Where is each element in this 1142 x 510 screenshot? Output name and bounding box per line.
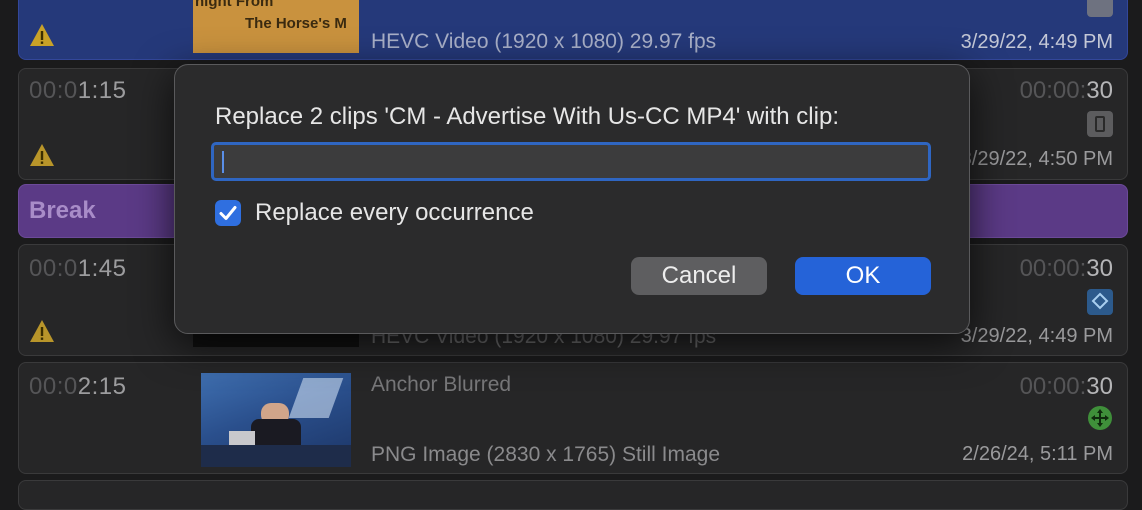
clip-row[interactable]: [18, 480, 1128, 510]
move-icon: [1088, 406, 1112, 430]
phone-icon: [1087, 111, 1113, 137]
clip-date: 2/26/24, 5:11 PM: [962, 443, 1113, 465]
clip-timecode: 00:01:15: [29, 77, 127, 104]
clip-date: 3/29/22, 4:50 PM: [960, 148, 1113, 170]
break-label: Break: [29, 197, 96, 224]
clip-duration: 00:00:30: [1019, 255, 1113, 282]
clip-title: Anchor Blurred: [371, 373, 512, 396]
replace-every-occurrence-checkbox[interactable]: [215, 200, 241, 226]
ok-button[interactable]: OK: [795, 257, 931, 295]
warning-icon: [30, 24, 54, 46]
thumbnail-text: The Horse's M: [245, 15, 347, 32]
warning-icon: [30, 144, 54, 166]
clip-name-input[interactable]: [211, 142, 931, 181]
clip-format: PNG Image (2830 x 1765) Still Image: [371, 443, 721, 466]
clip-date: 3/29/22, 4:49 PM: [960, 325, 1113, 347]
checkbox-label[interactable]: Replace every occurrence: [255, 199, 534, 227]
clip-duration: 00:00:30: [1019, 77, 1113, 104]
phone-icon: [1087, 0, 1113, 17]
replace-clip-dialog: Replace 2 clips 'CM - Advertise With Us-…: [174, 64, 970, 334]
text-caret: [222, 151, 224, 173]
clip-row[interactable]: 00:02:15 Anchor Blurred PNG Image (2830 …: [18, 362, 1128, 474]
clip-format: HEVC Video (1920 x 1080) 29.97 fps: [371, 30, 717, 53]
transition-icon: [1087, 289, 1113, 315]
cancel-button[interactable]: Cancel: [631, 257, 767, 295]
warning-icon: [30, 320, 54, 342]
clip-timecode: 00:02:15: [29, 373, 127, 400]
clip-row-selected[interactable]: night From The Horse's M HEVC Video (192…: [18, 0, 1128, 60]
clip-date: 3/29/22, 4:49 PM: [960, 31, 1113, 53]
clip-timecode: 00:01:45: [29, 255, 127, 282]
clip-thumbnail: night From The Horse's M: [193, 0, 359, 53]
dialog-prompt: Replace 2 clips 'CM - Advertise With Us-…: [215, 103, 839, 130]
thumbnail-text: night From: [195, 0, 274, 10]
clip-thumbnail: [201, 373, 351, 467]
checkmark-icon: [219, 206, 237, 220]
clip-duration: 00:00:30: [1019, 373, 1113, 400]
